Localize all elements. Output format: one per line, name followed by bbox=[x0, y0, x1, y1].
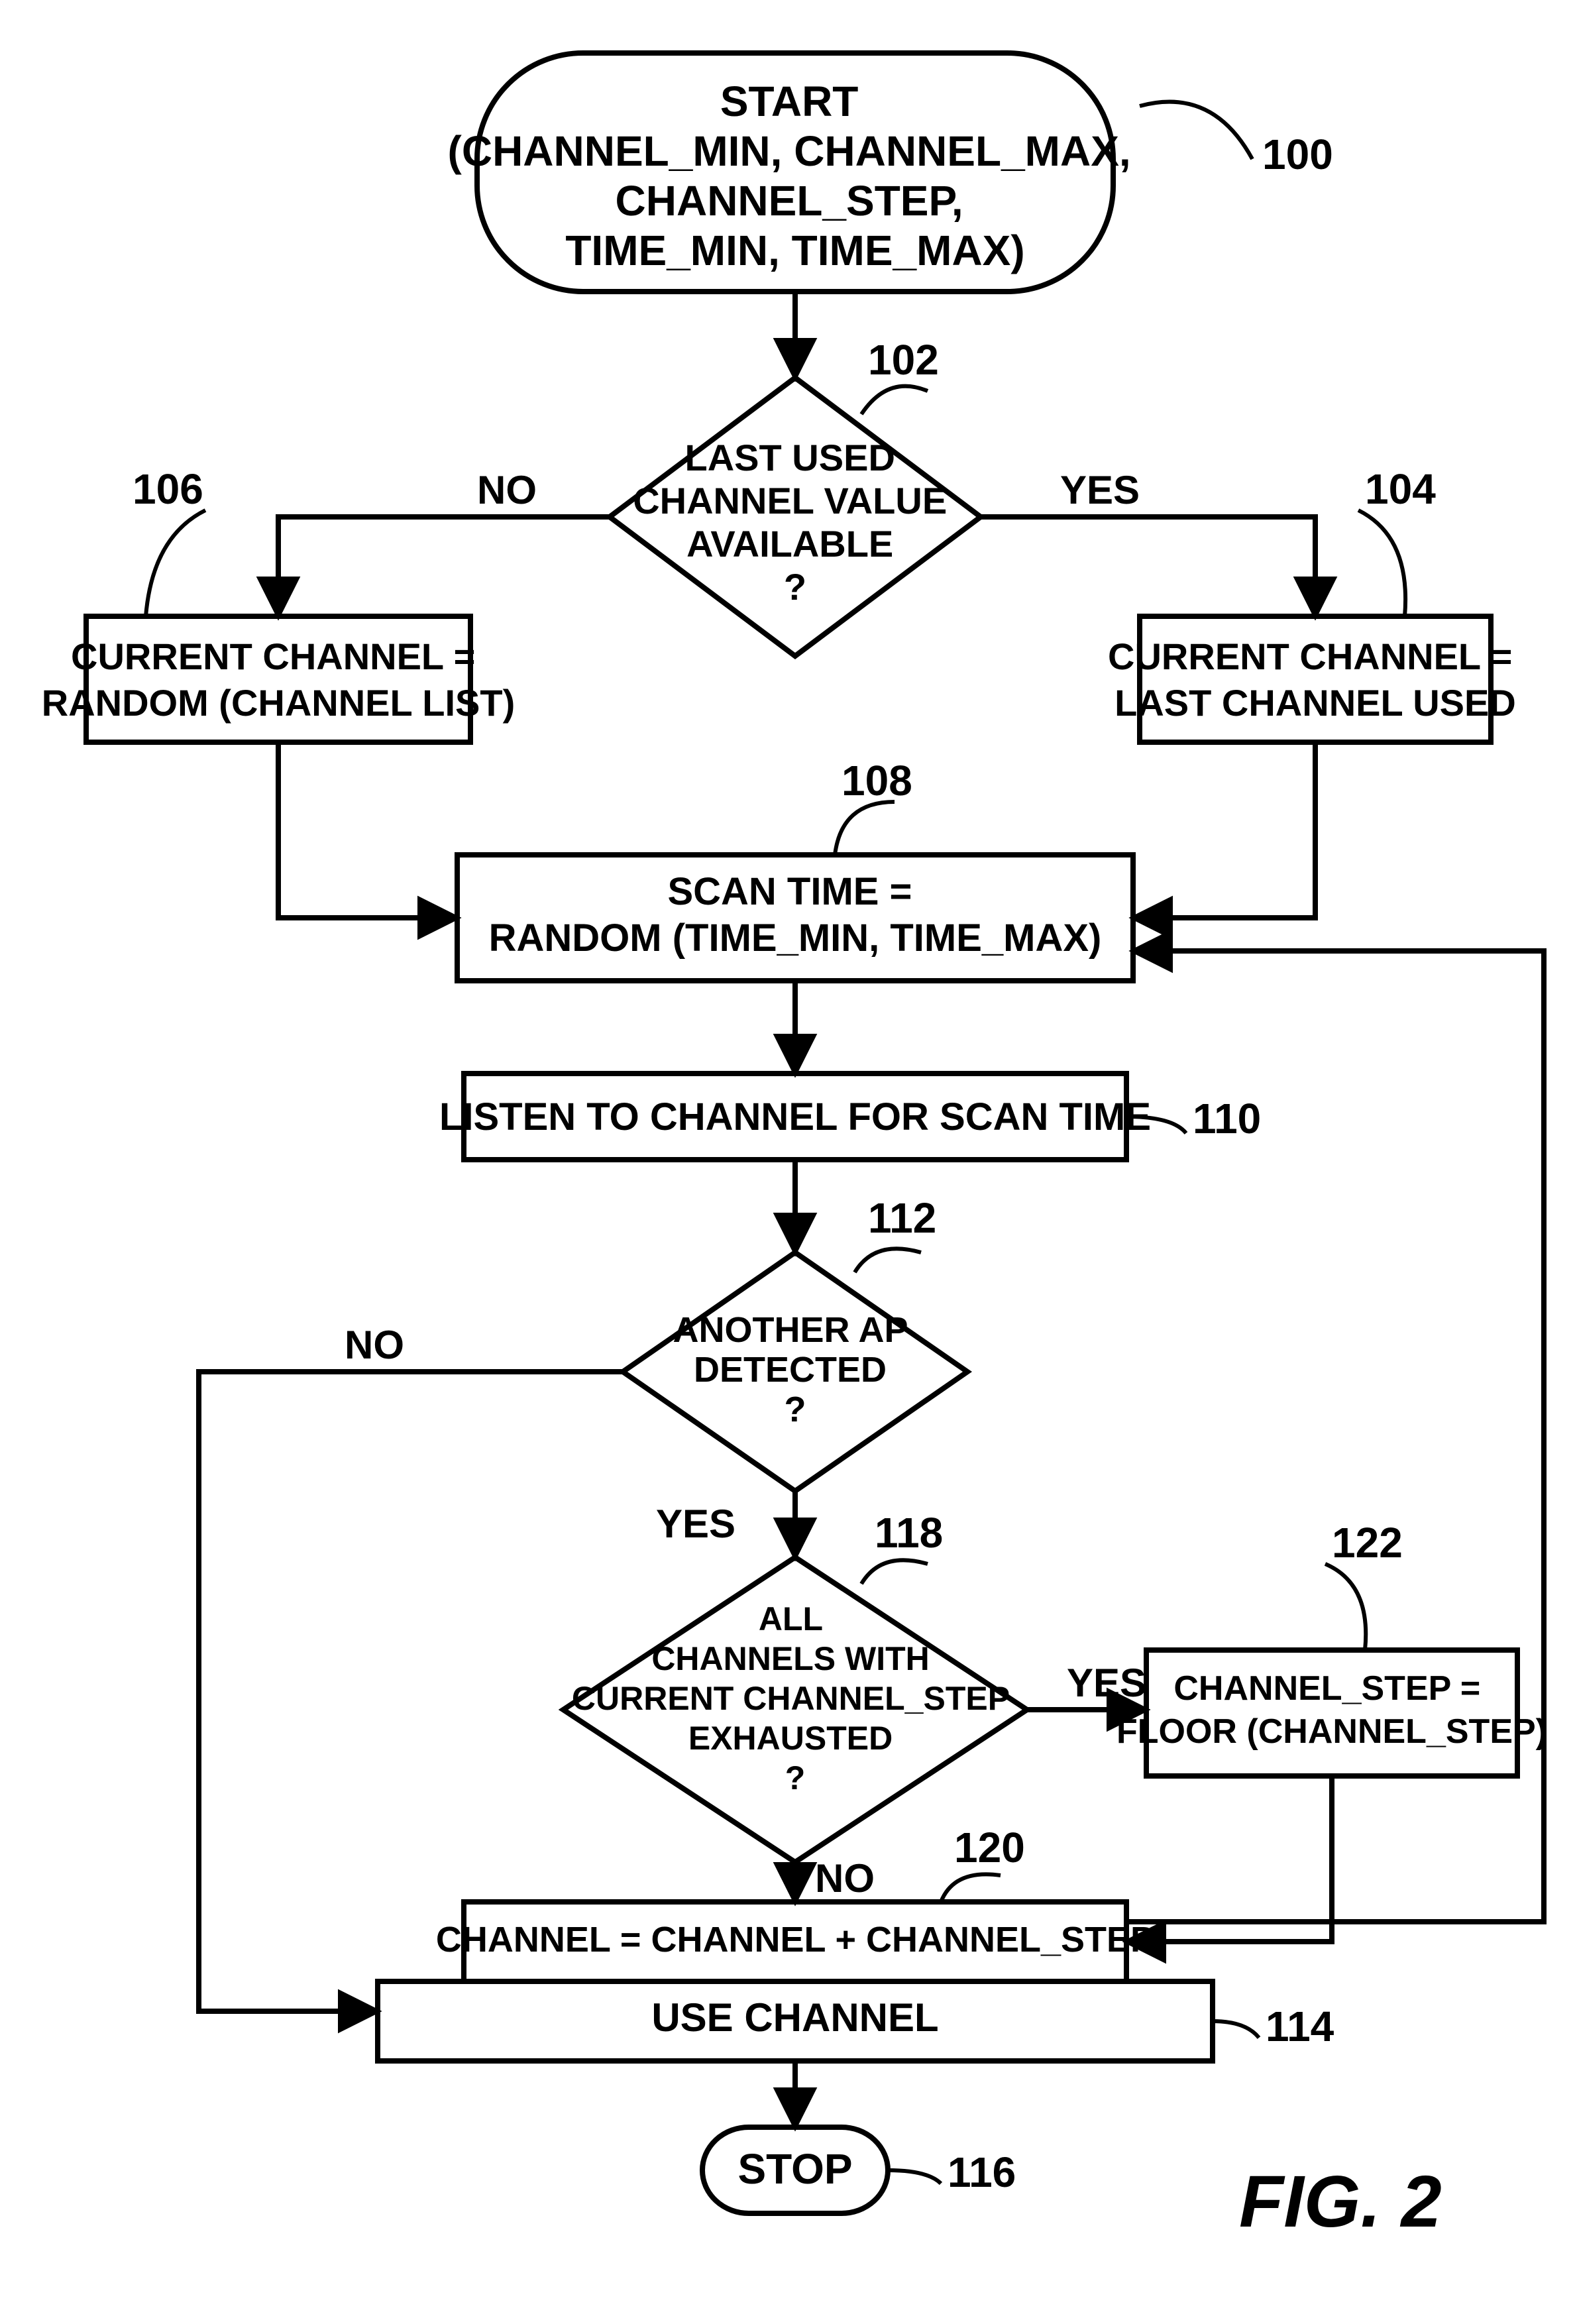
ref-108: 108 bbox=[842, 757, 912, 804]
d118-l4: EXHAUSTED bbox=[688, 1720, 893, 1757]
p104-l2: LAST CHANNEL USED bbox=[1115, 682, 1516, 724]
process-floor-step: CHANNEL_STEP = FLOOR (CHANNEL_STEP) bbox=[1116, 1650, 1547, 1776]
d118-l3: CURRENT CHANNEL_STEP bbox=[572, 1680, 1009, 1717]
decision-ap-detected: ANOTHER AP DETECTED ? bbox=[623, 1252, 967, 1491]
svg-text:CHANNEL_STEP = FLOOR (CH: CHANNEL_STEP = FLOOR (CHANNEL_STEP) bbox=[1116, 1669, 1547, 1751]
decision-last-used: LAST USED CHANNEL VALUE AVAILABLE ? bbox=[610, 378, 981, 656]
svg-text:SCAN TIME = RANDOM (TIME: SCAN TIME = RANDOM (TIME_MIN, TIME_MAX) bbox=[489, 870, 1102, 960]
p122-l1: CHANNEL_STEP = bbox=[1173, 1669, 1480, 1708]
process-random-channel: CURRENT CHANNEL = RANDOM (CHANNEL LIST) bbox=[42, 616, 515, 742]
p120-l1: CHANNEL = CHANNEL + CHANNEL_STEP bbox=[436, 1920, 1154, 1960]
ref-122: 122 bbox=[1332, 1519, 1403, 1567]
ref-102: 102 bbox=[868, 336, 939, 384]
process-last-channel: CURRENT CHANNEL = LAST CHANNEL USED bbox=[1108, 616, 1523, 742]
ref-118: 118 bbox=[875, 1509, 943, 1557]
d102-l3: AVAILABLE bbox=[686, 523, 893, 565]
svg-text:ALL CHANNELS WITH: ALL CHANNELS WITH CURRENT CHANNEL_STEP E… bbox=[572, 1600, 1018, 1797]
start-line3: CHANNEL_STEP, bbox=[616, 177, 963, 225]
svg-text:ANOTHER AP DETECTED: ANOTHER AP DETECTED ? bbox=[673, 1310, 917, 1429]
p108-l1: SCAN TIME = bbox=[667, 870, 912, 913]
svg-text:START (CHANNEL_MIN, CHAN: START (CHANNEL_MIN, CHANNEL_MAX, CHANNEL… bbox=[448, 78, 1143, 274]
d112-l2: DETECTED bbox=[694, 1350, 887, 1390]
p106-l1: CURRENT CHANNEL = bbox=[71, 636, 475, 677]
ref-116: 116 bbox=[948, 2148, 1016, 2196]
d118-l5: ? bbox=[785, 1759, 806, 1797]
process-listen: LISTEN TO CHANNEL FOR SCAN TIME bbox=[439, 1074, 1151, 1160]
svg-text:CURRENT CHANNEL = RANDOM: CURRENT CHANNEL = RANDOM (CHANNEL LIST) bbox=[42, 636, 515, 724]
d102-l2: CHANNEL VALUE bbox=[633, 480, 947, 522]
ref-114: 114 bbox=[1266, 2003, 1334, 2050]
p106-l2: RANDOM (CHANNEL LIST) bbox=[42, 682, 515, 724]
d118-l2: CHANNELS WITH bbox=[651, 1640, 929, 1677]
process-use-channel: USE CHANNEL bbox=[378, 1981, 1213, 2061]
d102-l4: ? bbox=[784, 566, 806, 608]
start-line1: START bbox=[720, 78, 859, 125]
d112-l1: ANOTHER AP bbox=[673, 1310, 907, 1350]
p108-l2: RANDOM (TIME_MIN, TIME_MAX) bbox=[489, 916, 1102, 960]
edge-yes-2: YES bbox=[656, 1502, 735, 1546]
decision-exhausted: ALL CHANNELS WITH CURRENT CHANNEL_STEP E… bbox=[563, 1557, 1027, 1862]
flowchart: START (CHANNEL_MIN, CHANNEL_MAX, CHANNEL… bbox=[0, 0, 1577, 2324]
start-line2: (CHANNEL_MIN, CHANNEL_MAX, bbox=[448, 127, 1131, 175]
edge-no-2: NO bbox=[345, 1323, 404, 1367]
p104-l1: CURRENT CHANNEL = bbox=[1108, 636, 1512, 677]
stop-l1: STOP bbox=[737, 2145, 852, 2193]
ref-104: 104 bbox=[1365, 465, 1436, 513]
edge-yes-1: YES bbox=[1060, 468, 1140, 512]
ref-106: 106 bbox=[133, 465, 203, 513]
figure-label: FIG. 2 bbox=[1239, 2161, 1442, 2242]
stop-node: STOP bbox=[702, 2127, 888, 2213]
p122-l2: FLOOR (CHANNEL_STEP) bbox=[1116, 1712, 1547, 1751]
edge-no-3: NO bbox=[815, 1856, 875, 1901]
edge-no-1: NO bbox=[477, 468, 537, 512]
edge-yes-3: YES bbox=[1067, 1661, 1146, 1705]
p110-l1: LISTEN TO CHANNEL FOR SCAN TIME bbox=[439, 1095, 1151, 1138]
start-node: START (CHANNEL_MIN, CHANNEL_MAX, CHANNEL… bbox=[448, 53, 1143, 292]
process-increment: CHANNEL = CHANNEL + CHANNEL_STEP bbox=[436, 1902, 1154, 1981]
d118-l1: ALL bbox=[759, 1600, 822, 1637]
svg-text:CURRENT CHANNEL = LAST C: CURRENT CHANNEL = LAST CHANNEL USED bbox=[1108, 636, 1523, 724]
p114-l1: USE CHANNEL bbox=[651, 1995, 938, 2040]
ref-112: 112 bbox=[868, 1194, 936, 1242]
d112-l3: ? bbox=[785, 1390, 806, 1429]
d102-l1: LAST USED bbox=[685, 437, 895, 478]
process-scan-time: SCAN TIME = RANDOM (TIME_MIN, TIME_MAX) bbox=[457, 855, 1133, 981]
ref-120: 120 bbox=[954, 1824, 1025, 1871]
ref-100: 100 bbox=[1262, 131, 1333, 178]
ref-110: 110 bbox=[1193, 1095, 1261, 1142]
start-line4: TIME_MIN, TIME_MAX) bbox=[565, 227, 1024, 274]
